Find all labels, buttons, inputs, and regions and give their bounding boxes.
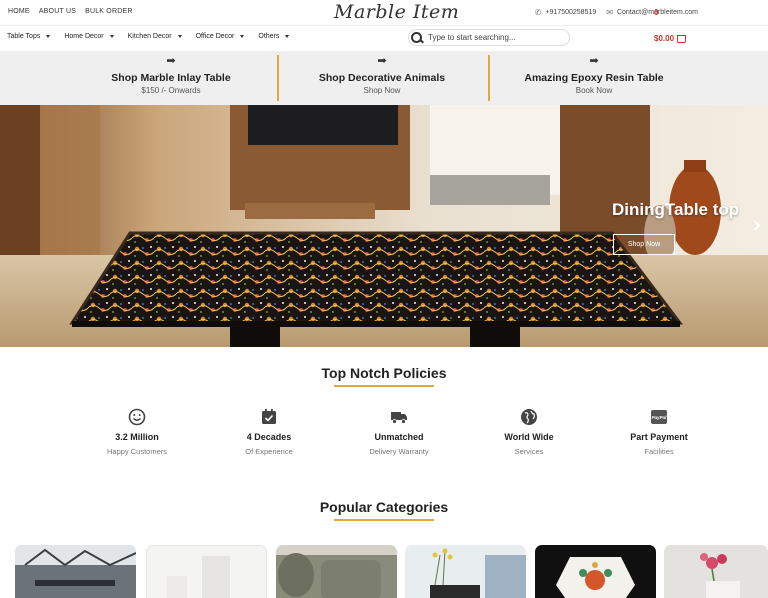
site-logo[interactable]: Marble Item [334,1,459,23]
category-image [535,545,656,598]
email-contact[interactable]: ✉ Contact@marbleitem.com [606,8,698,17]
promo-title: Shop Decorative Animals [318,72,446,84]
promo-title: Amazing Epoxy Resin Table [524,72,664,84]
nav-item-home-decor[interactable]: Home Decor [64,33,114,40]
promo-subtitle: Book Now [575,86,613,95]
smiley-icon [128,408,146,426]
policy-subtitle: Services [514,447,544,456]
promo-decorative-animals[interactable]: ➡ Shop Decorative Animals Shop Now [277,51,487,105]
chevron-down-icon [285,35,290,38]
contact-info: ✆ +917500258519 ✉ Contact@marbleitem.com [535,8,698,17]
cart-count-badge: 0 [654,8,659,17]
phone-number: +917500258519 [545,9,597,16]
hero-caption: DiningTable top [612,200,740,219]
globe-icon [520,408,538,426]
promo-epoxy-resin[interactable]: ➡ Amazing Epoxy Resin Table Book Now [489,51,699,105]
nav-label: Others [258,33,280,40]
categories-underline [334,519,434,521]
policy-title: 4 Decades [246,432,292,442]
phone-contact[interactable]: ✆ +917500258519 [535,8,597,17]
policy-subtitle: Delivery Warranty [369,447,429,456]
category-card-home-decor[interactable] [405,545,526,598]
nav-item-kitchen-decor[interactable]: Kitchen Decor [128,33,182,40]
search-bar [408,29,570,46]
policy-part-payment: PayPal Part Payment Facilities [594,408,724,456]
category-image [276,545,397,598]
category-card-furniture[interactable] [276,545,397,598]
arrow-right-icon: ➡ [589,55,599,67]
policy-title: 3.2 Million [115,432,159,442]
cart-button[interactable]: $0.00 [654,34,687,43]
promo-subtitle: $150 /- Onwards [141,86,201,95]
policy-title: World Wide [504,432,554,442]
policy-title: Part Payment [630,432,688,442]
svg-text:PayPal: PayPal [652,415,668,420]
arrow-right-icon: ➡ [377,55,387,67]
cart-total: $0.00 [654,34,675,43]
category-card-inlay-plate[interactable] [535,545,656,598]
promo-strip: ➡ Shop Marble Inlay Table $150 /- Onward… [0,51,768,105]
nav-menu: Table Tops Home Decor Kitchen Decor Offi… [7,33,290,40]
policies-underline [334,385,434,387]
calendar-check-icon [260,408,278,426]
policy-subtitle: Of Experience [245,447,293,456]
hero-shop-now-button[interactable]: Shop Now [613,234,675,255]
nav-label: Home Decor [64,33,104,40]
promo-marble-inlay[interactable]: ➡ Shop Marble Inlay Table $150 /- Onward… [66,51,276,105]
mail-icon: ✉ [606,8,613,17]
chevron-down-icon [109,35,114,38]
category-image [405,545,526,598]
policy-happy-customers: 3.2 Million Happy Customers [72,408,202,456]
bulk-order-link[interactable]: BULK ORDER [85,8,133,15]
nav-item-others[interactable]: Others [258,33,290,40]
policy-delivery: Unmatched Delivery Warranty [334,408,464,456]
nav-label: Table Tops [7,33,41,40]
chevron-down-icon [177,35,182,38]
category-image [15,545,136,598]
about-us-link[interactable]: ABOUT US [39,8,76,15]
arrow-right-icon: ➡ [166,55,176,67]
policy-experience: 4 Decades Of Experience [204,408,334,456]
top-bar: HOME ABOUT US BULK ORDER Marble Item ✆ +… [0,0,768,26]
search-icon[interactable] [411,31,423,44]
nav-item-office-decor[interactable]: Office Decor [196,33,245,40]
search-input[interactable] [428,33,563,42]
nav-label: Office Decor [195,33,235,40]
policy-title: Unmatched [374,432,424,442]
category-card-vases[interactable] [664,545,768,598]
policy-subtitle: Facilities [644,447,674,456]
cart-icon [677,34,687,43]
policies-heading: Top Notch Policies [321,365,447,381]
promo-title: Shop Marble Inlay Table [111,72,231,84]
category-image [664,545,768,598]
categories-heading: Popular Categories [319,499,449,515]
whatsapp-icon: ✆ [534,8,542,17]
truck-icon [390,408,408,426]
nav-item-table-tops[interactable]: Table Tops [7,33,51,40]
policies-row: 3.2 Million Happy Customers 4 Decades Of… [72,408,732,458]
chevron-down-icon [46,35,51,38]
top-links: HOME ABOUT US BULK ORDER [8,8,133,15]
hero-banner[interactable]: DiningTable top Shop Now [0,105,768,347]
paypal-icon: PayPal [650,408,668,426]
promo-subtitle: Shop Now [363,86,401,95]
chevron-down-icon [240,35,245,38]
policy-subtitle: Happy Customers [106,447,168,456]
category-image [147,546,266,598]
nav-label: Kitchen Decor [127,33,172,40]
home-link[interactable]: HOME [8,8,30,15]
main-nav: Table Tops Home Decor Kitchen Decor Offi… [0,26,768,51]
category-card-bath[interactable] [146,545,267,598]
hero-image [0,105,768,347]
category-card-dining[interactable] [15,545,136,598]
policy-world-wide: World Wide Services [464,408,594,456]
